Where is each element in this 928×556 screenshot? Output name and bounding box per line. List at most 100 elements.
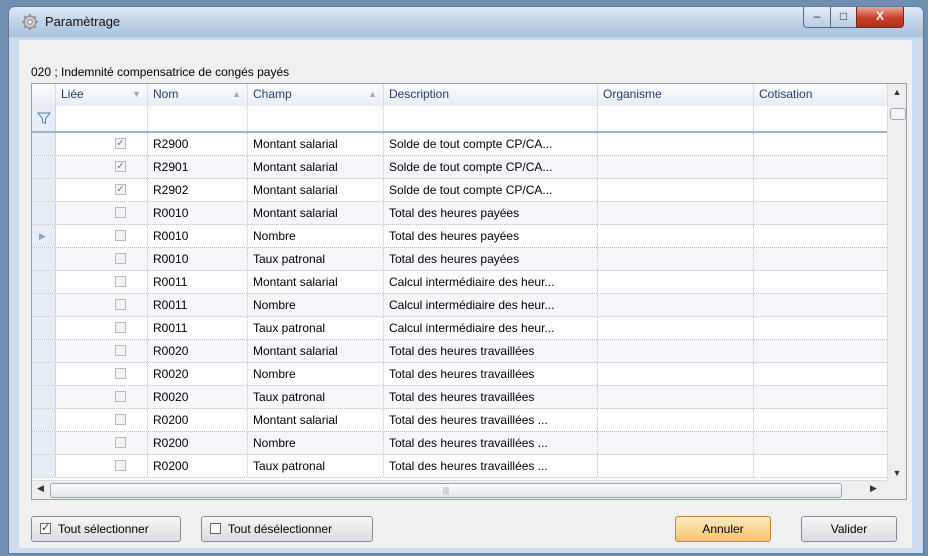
column-header-nom[interactable]: Nom ▲ — [148, 84, 248, 106]
table-row[interactable]: R0010 Montant salarial Total des heures pa… — [32, 202, 887, 225]
row-selector[interactable] — [32, 386, 56, 408]
cell-organisme[interactable] — [598, 133, 754, 155]
unchecked-checkbox[interactable] — [115, 391, 126, 402]
filter-row[interactable] — [32, 106, 887, 133]
cell-organisme[interactable] — [598, 317, 754, 339]
cell-description[interactable]: Calcul intermédiaire des heur... — [384, 294, 598, 316]
unchecked-checkbox[interactable] — [115, 368, 126, 379]
cancel-button[interactable]: Annuler — [675, 516, 771, 542]
row-selector[interactable] — [32, 317, 56, 339]
cell-champ[interactable]: Nombre — [248, 363, 384, 385]
row-selector[interactable] — [32, 409, 56, 431]
cell-description[interactable]: Total des heures travaillées — [384, 363, 598, 385]
scroll-down-icon[interactable]: ▼ — [888, 468, 906, 478]
row-selector[interactable] — [32, 455, 56, 477]
cell-cotisation[interactable] — [754, 156, 887, 178]
unchecked-checkbox[interactable] — [115, 460, 126, 471]
cell-description[interactable]: Total des heures travaillées ... — [384, 432, 598, 454]
vertical-scroll-thumb[interactable] — [890, 108, 906, 120]
filter-cell-description[interactable] — [384, 106, 598, 131]
row-selector[interactable] — [32, 156, 56, 178]
cell-organisme[interactable] — [598, 363, 754, 385]
cell-champ[interactable]: Montant salarial — [248, 202, 384, 224]
table-row[interactable]: R0011 Taux patronal Calcul intermédiaire d… — [32, 317, 887, 340]
filter-cell-liee[interactable] — [56, 106, 148, 131]
cell-organisme[interactable] — [598, 225, 754, 247]
cell-nom[interactable]: R2902 — [148, 179, 248, 201]
cell-nom[interactable]: R0200 — [148, 455, 248, 477]
row-selector[interactable] — [32, 202, 56, 224]
cell-cotisation[interactable] — [754, 179, 887, 201]
cell-nom[interactable]: R0010 — [148, 248, 248, 270]
cell-organisme[interactable] — [598, 271, 754, 293]
cell-cotisation[interactable] — [754, 432, 887, 454]
scroll-left-icon[interactable]: ◀ — [37, 483, 44, 494]
cell-champ[interactable]: Taux patronal — [248, 317, 384, 339]
table-row[interactable]: ▶ R0010 Nombre Total des heures payées — [32, 225, 887, 248]
cell-cotisation[interactable] — [754, 248, 887, 270]
unchecked-checkbox[interactable] — [115, 299, 126, 310]
cell-champ[interactable]: Montant salarial — [248, 271, 384, 293]
cell-cotisation[interactable] — [754, 317, 887, 339]
row-selector[interactable] — [32, 133, 56, 155]
table-row[interactable]: R0200 Nombre Total des heures travaillées … — [32, 432, 887, 455]
horizontal-scrollbar[interactable]: ◀ ||| ▶ — [32, 480, 887, 499]
cell-organisme[interactable] — [598, 455, 754, 477]
table-row[interactable]: R0020 Montant salarial Total des heures tr… — [32, 340, 887, 363]
cell-nom[interactable]: R0200 — [148, 409, 248, 431]
cell-champ[interactable]: Montant salarial — [248, 340, 384, 362]
row-selector[interactable] — [32, 294, 56, 316]
cell-description[interactable]: Total des heures payées — [384, 202, 598, 224]
minimize-button[interactable]: – — [803, 7, 831, 28]
checked-checkbox[interactable]: ✓ — [115, 138, 126, 149]
column-header-champ[interactable]: Champ ▲ — [248, 84, 384, 106]
scroll-right-icon[interactable]: ▶ — [870, 483, 877, 494]
cell-cotisation[interactable] — [754, 202, 887, 224]
cell-description[interactable]: Solde de tout compte CP/CA... — [384, 156, 598, 178]
table-row[interactable]: R0011 Montant salarial Calcul intermédiair… — [32, 271, 887, 294]
unchecked-checkbox[interactable] — [115, 207, 126, 218]
cell-nom[interactable]: R0011 — [148, 271, 248, 293]
cell-nom[interactable]: R0020 — [148, 363, 248, 385]
cell-description[interactable]: Total des heures travaillées — [384, 340, 598, 362]
unchecked-checkbox[interactable] — [115, 414, 126, 425]
unchecked-checkbox[interactable] — [115, 253, 126, 264]
cell-organisme[interactable] — [598, 409, 754, 431]
close-button[interactable]: X — [856, 7, 904, 28]
scroll-up-icon[interactable]: ▲ — [888, 87, 906, 97]
cell-champ[interactable]: Montant salarial — [248, 133, 384, 155]
cell-cotisation[interactable] — [754, 455, 887, 477]
validate-button[interactable]: Valider — [801, 516, 897, 542]
cell-cotisation[interactable] — [754, 386, 887, 408]
row-selector[interactable] — [32, 271, 56, 293]
table-row[interactable]: R0011 Nombre Calcul intermédiaire des heur… — [32, 294, 887, 317]
row-selector[interactable] — [32, 179, 56, 201]
filter-cell-champ[interactable] — [248, 106, 384, 131]
unchecked-checkbox[interactable] — [115, 437, 126, 448]
row-selector[interactable] — [32, 248, 56, 270]
cell-description[interactable]: Total des heures travaillées — [384, 386, 598, 408]
table-row[interactable]: R0020 Taux patronal Total des heures trava… — [32, 386, 887, 409]
cell-organisme[interactable] — [598, 340, 754, 362]
horizontal-scroll-thumb[interactable]: ||| — [50, 483, 842, 498]
filter-cell-cotisation[interactable] — [754, 106, 887, 131]
checked-checkbox[interactable]: ✓ — [115, 184, 126, 195]
cell-champ[interactable]: Nombre — [248, 432, 384, 454]
cell-cotisation[interactable] — [754, 271, 887, 293]
cell-cotisation[interactable] — [754, 225, 887, 247]
row-selector[interactable] — [32, 340, 56, 362]
table-row[interactable]: R0200 Montant salarial Total des heures tr… — [32, 409, 887, 432]
cell-cotisation[interactable] — [754, 340, 887, 362]
select-all-button[interactable]: ✓ Tout sélectionner — [31, 516, 181, 542]
cell-organisme[interactable] — [598, 248, 754, 270]
cell-description[interactable]: Total des heures travaillées ... — [384, 455, 598, 477]
cell-nom[interactable]: R0010 — [148, 202, 248, 224]
column-header-cotisation[interactable]: Cotisation — [754, 84, 887, 106]
cell-cotisation[interactable] — [754, 363, 887, 385]
filter-cell-organisme[interactable] — [598, 106, 754, 131]
column-header-organisme[interactable]: Organisme — [598, 84, 754, 106]
cell-description[interactable]: Calcul intermédiaire des heur... — [384, 271, 598, 293]
cell-description[interactable]: Total des heures payées — [384, 248, 598, 270]
table-row[interactable]: R0020 Nombre Total des heures travaillées — [32, 363, 887, 386]
cell-organisme[interactable] — [598, 294, 754, 316]
